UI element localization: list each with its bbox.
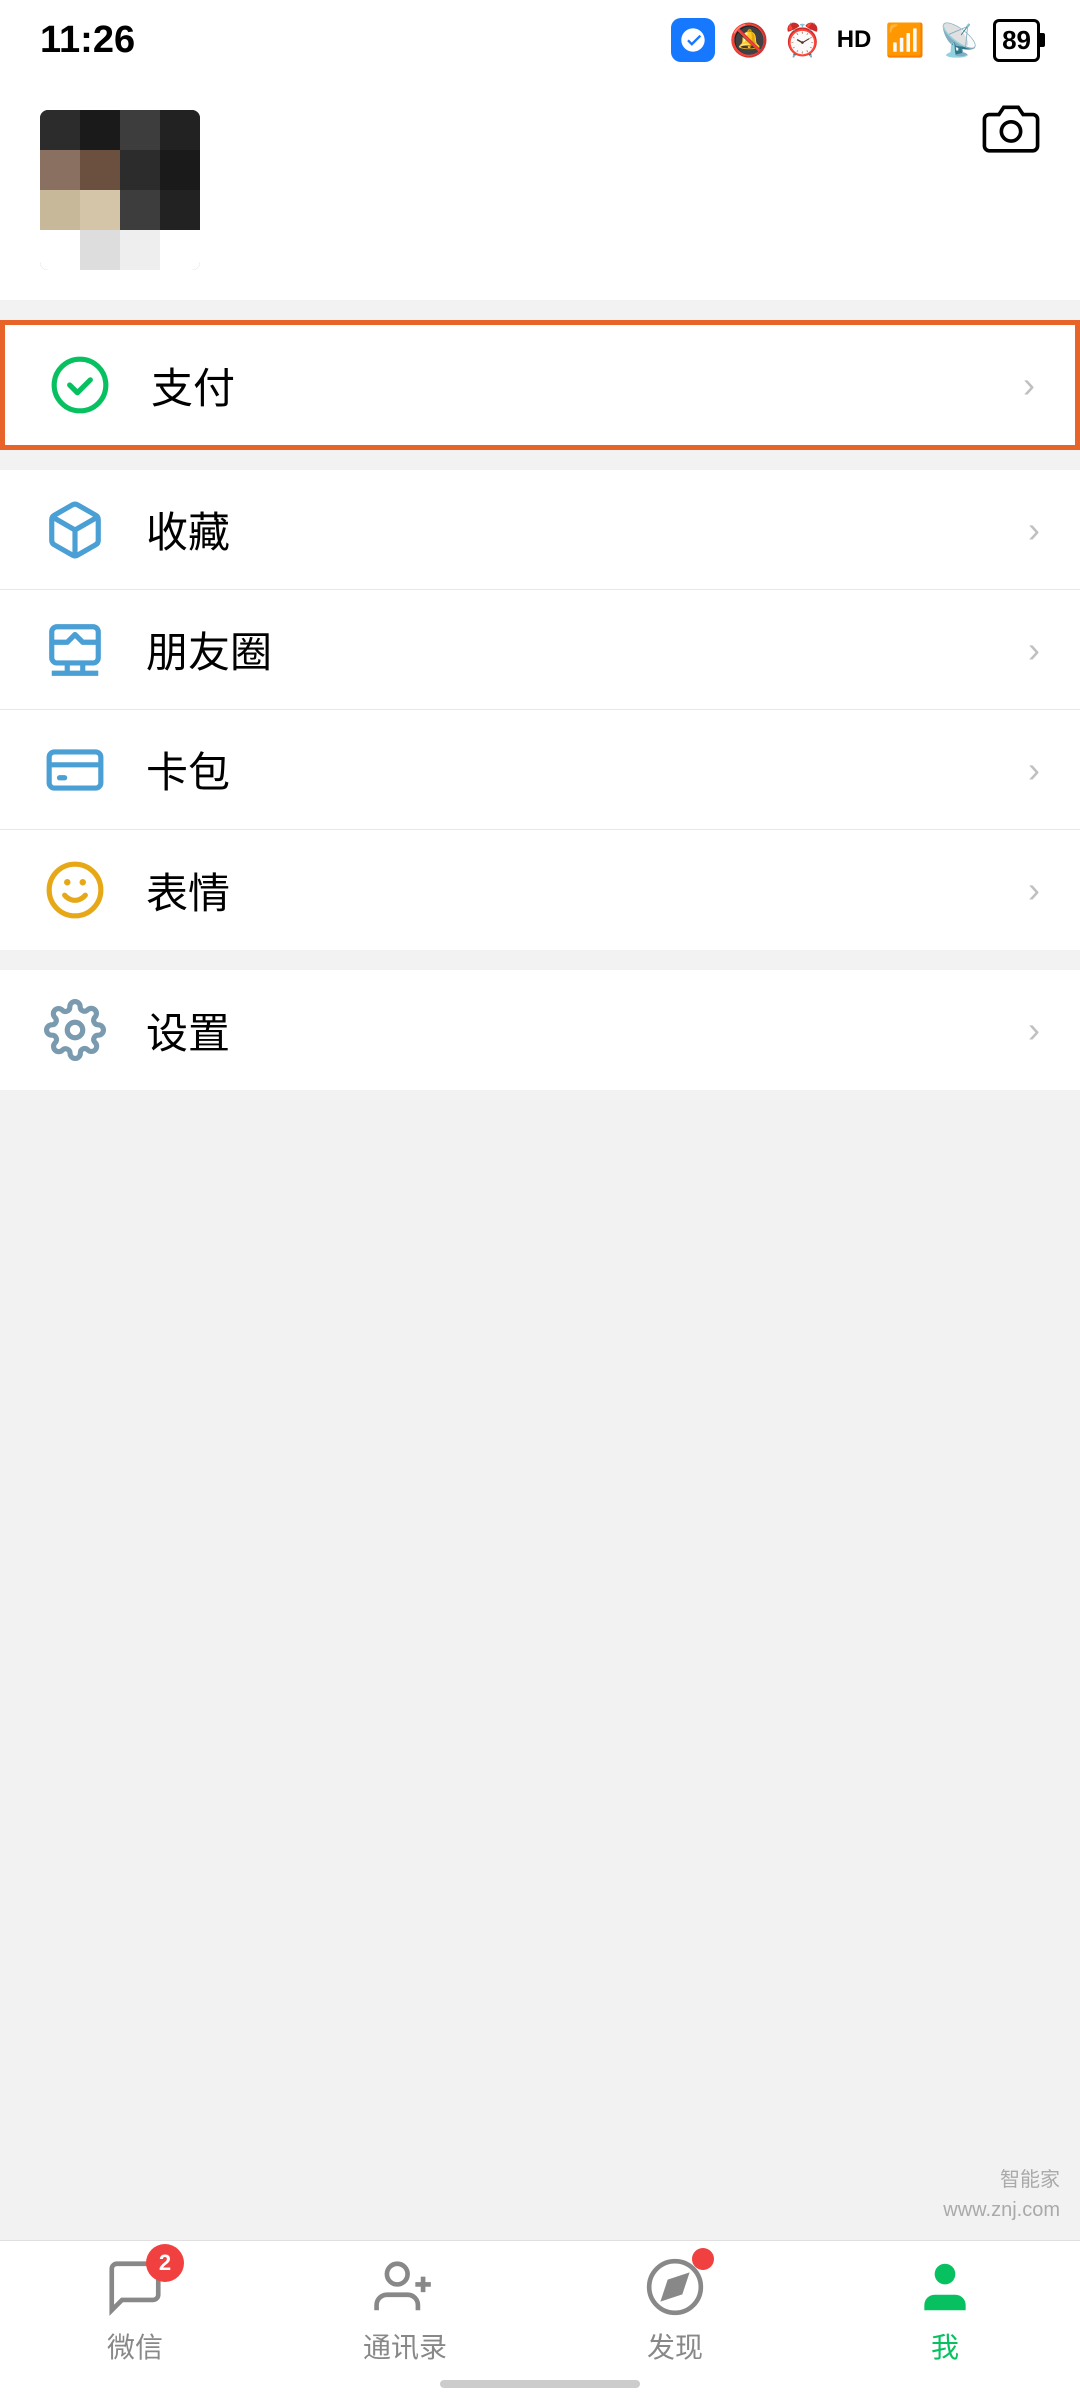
home-indicator — [440, 2380, 640, 2388]
nav-item-contacts[interactable]: 通讯录 — [270, 2256, 540, 2386]
nav-item-discover[interactable]: 发现 — [540, 2256, 810, 2386]
pay-icon — [45, 350, 115, 420]
moments-chevron: › — [1028, 629, 1040, 671]
emoji-label: 表情 — [146, 860, 1028, 921]
settings-label: 设置 — [146, 1000, 1028, 1061]
nav-item-wechat[interactable]: 2 微信 — [0, 2256, 270, 2386]
moments-icon — [40, 615, 110, 685]
alarm-icon: ⏰ — [783, 21, 823, 59]
settings-icon — [40, 995, 110, 1065]
menu-section-group1: 收藏 › 朋友圈 › 卡包 › — [0, 470, 1080, 950]
mute-icon: 🔕 — [729, 21, 769, 59]
hd-icon: HD — [837, 26, 872, 54]
status-icons: 🔕 ⏰ HD 📶 📡 89 — [671, 18, 1040, 62]
avatar — [40, 110, 200, 270]
discover-badge-dot — [692, 2248, 714, 2270]
me-nav-icon — [914, 2256, 976, 2318]
wifi-icon: 📡 — [939, 21, 979, 59]
wechat-nav-icon: 2 — [104, 2256, 166, 2318]
status-bar: 11:26 🔕 ⏰ HD 📶 📡 89 — [0, 0, 1080, 80]
avatar-area — [40, 110, 1040, 270]
wechat-badge: 2 — [146, 2244, 184, 2282]
contacts-nav-icon — [374, 2256, 436, 2318]
wallet-chevron: › — [1028, 749, 1040, 791]
signal-icon: 📶 — [885, 21, 925, 59]
menu-item-pay[interactable]: 支付 › — [5, 325, 1075, 445]
menu-item-wallet[interactable]: 卡包 › — [0, 710, 1080, 830]
pay-chevron: › — [1023, 364, 1035, 406]
wallet-icon — [40, 735, 110, 805]
section-gap-3 — [0, 950, 1080, 970]
camera-button[interactable] — [982, 100, 1040, 163]
menu-item-settings[interactable]: 设置 › — [0, 970, 1080, 1090]
pay-label: 支付 — [151, 355, 1023, 416]
collect-chevron: › — [1028, 509, 1040, 551]
settings-chevron: › — [1028, 1009, 1040, 1051]
emoji-chevron: › — [1028, 869, 1040, 911]
menu-item-emoji[interactable]: 表情 › — [0, 830, 1080, 950]
watermark: 智能家 www.znj.com — [943, 2165, 1060, 2225]
nav-item-me[interactable]: 我 — [810, 2256, 1080, 2386]
discover-nav-label: 发现 — [647, 2326, 703, 2366]
status-time: 11:26 — [40, 19, 135, 62]
wallet-label: 卡包 — [146, 739, 1028, 800]
menu-item-collect[interactable]: 收藏 › — [0, 470, 1080, 590]
section-gap-2 — [0, 450, 1080, 470]
avatar-mosaic — [40, 110, 200, 270]
header-area — [0, 80, 1080, 300]
menu-section-settings: 设置 › — [0, 970, 1080, 1090]
menu-item-moments[interactable]: 朋友圈 › — [0, 590, 1080, 710]
me-nav-label: 我 — [931, 2326, 959, 2366]
menu-section-pay: 支付 › — [0, 320, 1080, 450]
contacts-nav-label: 通讯录 — [363, 2326, 447, 2366]
discover-nav-icon — [644, 2256, 706, 2318]
battery-indicator: 89 — [993, 19, 1040, 62]
collect-icon — [40, 495, 110, 565]
wechat-nav-label: 微信 — [107, 2326, 163, 2366]
bottom-nav: 2 微信 通讯录 发现 — [0, 2240, 1080, 2400]
lark-notification-icon — [671, 18, 715, 62]
collect-label: 收藏 — [146, 499, 1028, 560]
emoji-icon — [40, 855, 110, 925]
section-gap-1 — [0, 300, 1080, 320]
moments-label: 朋友圈 — [146, 619, 1028, 680]
